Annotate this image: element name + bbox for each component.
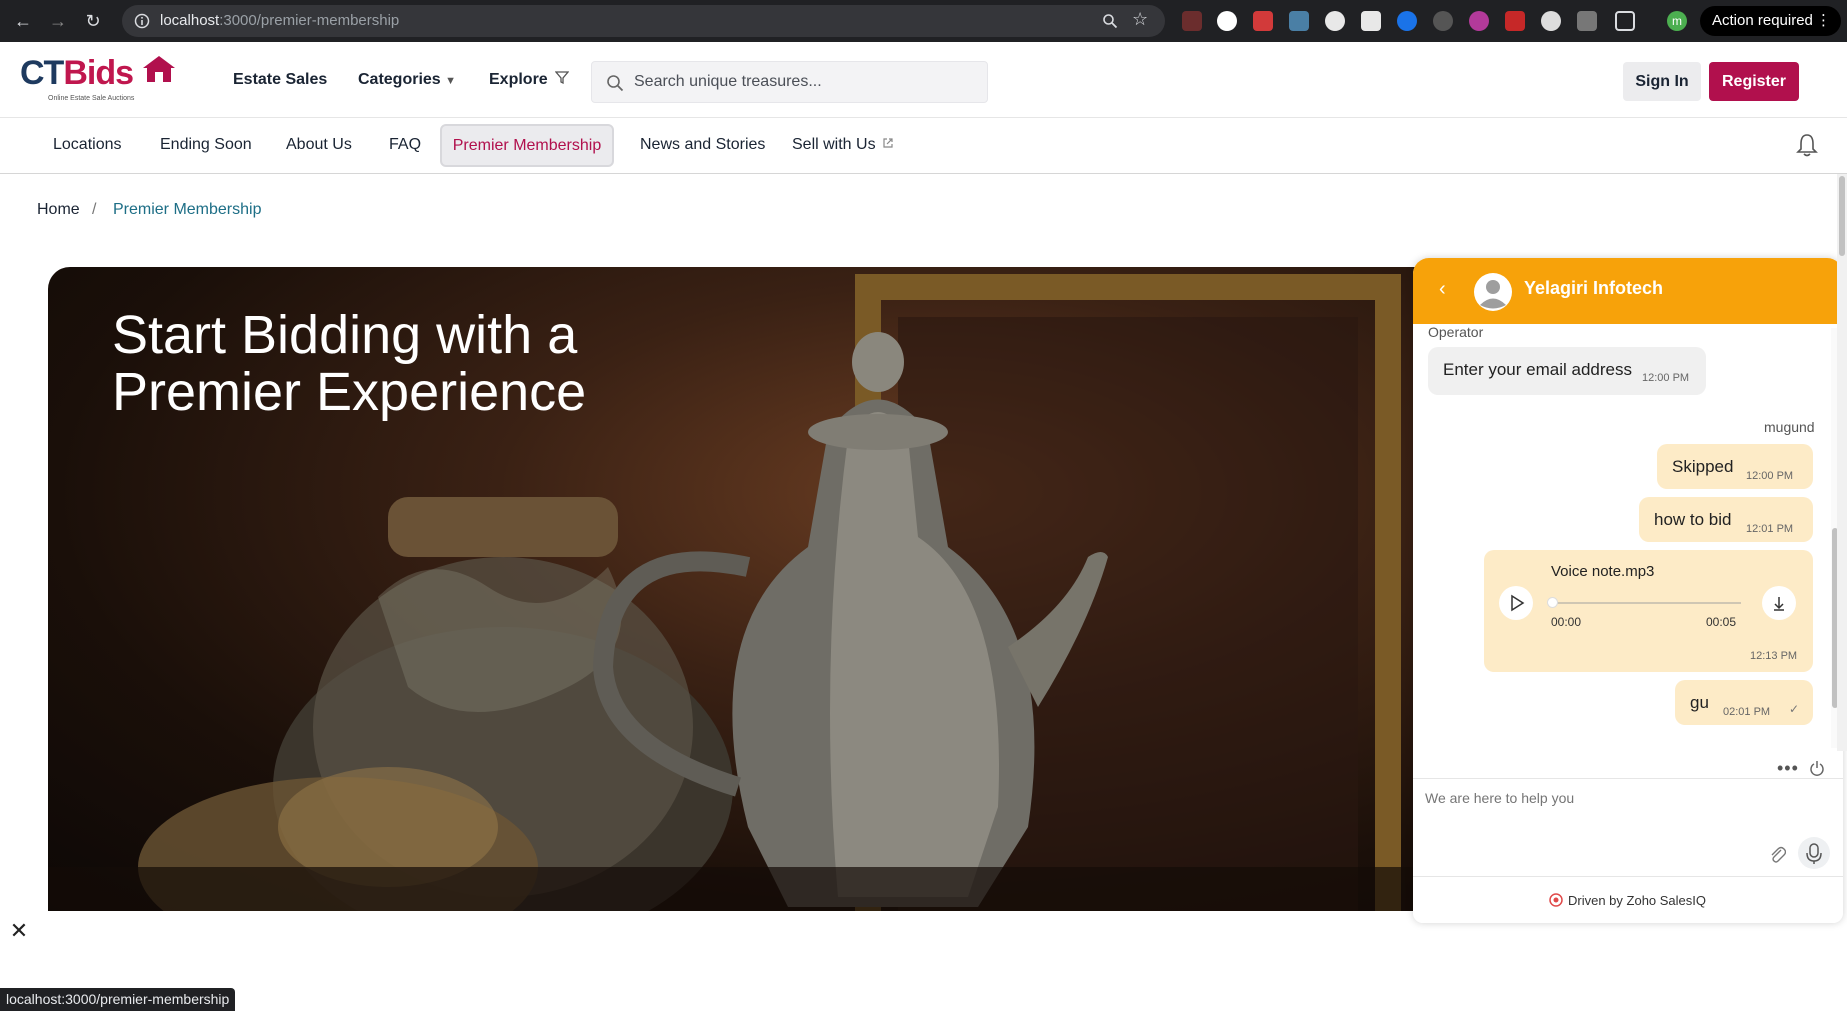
page-scrollbar[interactable] xyxy=(1837,174,1847,751)
attachment-icon[interactable] xyxy=(1768,844,1786,864)
subnav-ending-soon[interactable]: Ending Soon xyxy=(160,136,252,154)
extension-icon[interactable] xyxy=(1325,11,1345,31)
sign-in-button[interactable]: Sign In xyxy=(1623,62,1701,101)
chat-company-name: Yelagiri Infotech xyxy=(1524,278,1664,298)
bookmark-star-icon[interactable]: ☆ xyxy=(1132,9,1148,30)
reload-icon[interactable]: ↻ xyxy=(82,10,104,32)
search-icon xyxy=(607,75,624,92)
subnav-locations[interactable]: Locations xyxy=(53,136,122,154)
subnav-premier-membership[interactable]: Premier Membership xyxy=(440,124,614,167)
bell-icon[interactable] xyxy=(1796,132,1818,158)
url-text: localhost:3000/premier-membership xyxy=(160,12,400,29)
action-required-button[interactable]: Action required ⋮ xyxy=(1700,6,1841,36)
back-icon[interactable]: ← xyxy=(12,10,34,32)
extension-icon[interactable] xyxy=(1253,11,1273,31)
nav-estate-sales[interactable]: Estate Sales xyxy=(233,71,327,89)
nav-explore[interactable]: Explore xyxy=(489,71,570,89)
status-bar-url: localhost:3000/premier-membership xyxy=(0,988,236,1011)
audio-progress-bar[interactable] xyxy=(1551,602,1741,604)
microphone-icon[interactable] xyxy=(1797,836,1831,870)
audio-scrubber[interactable] xyxy=(1547,597,1558,608)
extension-icon[interactable] xyxy=(1397,11,1417,31)
subnav-about-us[interactable]: About Us xyxy=(286,136,352,154)
sent-check-icon: ✓ xyxy=(1789,702,1800,716)
user-message: Skipped 12:00 PM xyxy=(1657,444,1813,489)
breadcrumb-home[interactable]: Home xyxy=(37,201,80,219)
audio-start-time: 00:00 xyxy=(1551,615,1582,629)
user-label: mugund xyxy=(1764,419,1815,435)
browser-toolbar: ← → ↻ localhost:3000/premier-membership … xyxy=(0,0,1847,42)
logo[interactable]: CTBids xyxy=(20,54,179,93)
play-icon[interactable] xyxy=(1498,585,1534,621)
voice-note-name: Voice note.mp3 xyxy=(1551,563,1655,580)
register-button[interactable]: Register xyxy=(1709,62,1799,101)
zoho-salesiq-icon xyxy=(1549,893,1563,907)
chat-footer: Driven by Zoho SalesIQ xyxy=(1413,876,1843,923)
extension-icon[interactable] xyxy=(1505,11,1525,31)
chevron-left-icon[interactable]: ‹ xyxy=(1439,278,1446,301)
download-icon[interactable] xyxy=(1761,585,1797,621)
extension-icon[interactable] xyxy=(1217,11,1237,31)
filter-icon xyxy=(554,71,570,85)
forward-icon[interactable]: → xyxy=(47,10,69,32)
chat-header: ‹ Yelagiri Infotech xyxy=(1413,258,1843,324)
logo-house-icon xyxy=(143,56,176,82)
extension-icon[interactable] xyxy=(1433,11,1453,31)
divider xyxy=(1413,778,1843,779)
external-link-icon xyxy=(883,138,893,148)
caret-down-icon: ▼ xyxy=(445,75,457,87)
close-icon[interactable]: ✕ xyxy=(8,920,30,942)
user-message: gu 02:01 PM ✓ xyxy=(1675,680,1813,725)
audio-end-time: 00:05 xyxy=(1706,615,1737,629)
search-input[interactable] xyxy=(632,70,972,94)
profile-avatar[interactable]: m xyxy=(1667,11,1687,31)
extension-icon[interactable] xyxy=(1541,11,1561,31)
search-box[interactable] xyxy=(591,61,988,103)
user-message: how to bid 12:01 PM xyxy=(1639,497,1813,542)
site-info-icon[interactable] xyxy=(134,13,150,29)
driven-by-link[interactable]: Driven by Zoho SalesIQ xyxy=(1568,893,1706,908)
extension-icon[interactable] xyxy=(1289,11,1309,31)
extension-icon[interactable] xyxy=(1361,11,1381,31)
subnav-sell-with-us[interactable]: Sell with Us xyxy=(792,136,894,154)
extension-icon[interactable] xyxy=(1469,11,1489,31)
more-options-icon[interactable]: ••• xyxy=(1777,758,1799,779)
chat-message-input[interactable] xyxy=(1423,788,1803,848)
operator-message: Enter your email address 12:00 PM xyxy=(1428,347,1706,395)
logo-tagline: Online Estate Sale Auctions xyxy=(48,95,135,102)
extensions-puzzle-icon[interactable] xyxy=(1615,11,1635,31)
operator-avatar xyxy=(1474,273,1512,311)
hero-banner: Start Bidding with a Premier Experience xyxy=(48,267,1418,911)
breadcrumb-separator: / xyxy=(92,201,97,218)
nav-categories[interactable]: Categories ▼ xyxy=(358,71,456,89)
extension-icon[interactable] xyxy=(1577,11,1597,31)
extension-icon[interactable] xyxy=(1182,11,1202,31)
power-icon[interactable] xyxy=(1809,760,1825,776)
secondary-nav: Locations Ending Soon About Us FAQ Premi… xyxy=(0,118,1847,174)
chat-widget: ‹ Yelagiri Infotech Operator Enter your … xyxy=(1413,258,1843,923)
address-bar[interactable]: localhost:3000/premier-membership ☆ xyxy=(122,5,1165,37)
page-scrollbar-thumb[interactable] xyxy=(1839,176,1845,256)
site-header: CTBids Online Estate Sale Auctions Estat… xyxy=(0,42,1847,118)
zoom-icon[interactable] xyxy=(1102,13,1118,29)
hero-title: Start Bidding with a Premier Experience xyxy=(112,305,587,422)
breadcrumb-current: Premier Membership xyxy=(113,201,262,218)
subnav-news-and-stories[interactable]: News and Stories xyxy=(640,136,765,154)
more-vert-icon[interactable]: ⋮ xyxy=(1816,6,1831,36)
operator-label: Operator xyxy=(1428,324,1484,340)
subnav-faq[interactable]: FAQ xyxy=(389,136,421,154)
voice-note-message: Voice note.mp3 00:00 00:05 12:13 PM xyxy=(1484,550,1813,672)
